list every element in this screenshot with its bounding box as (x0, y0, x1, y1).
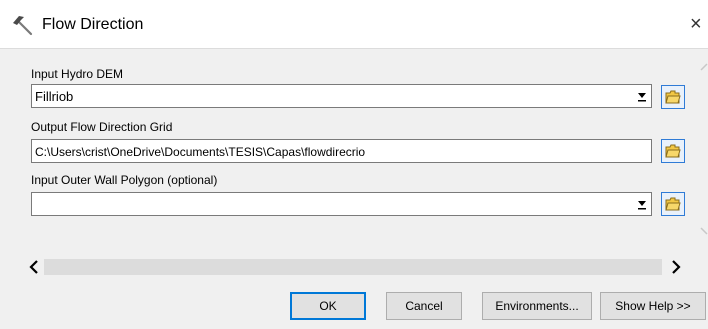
open-folder-icon (665, 144, 681, 158)
open-folder-icon (665, 90, 681, 104)
horizontal-scrollbar-thumb[interactable] (44, 259, 662, 275)
browse-input-hydro-dem-button[interactable] (661, 85, 685, 109)
scroll-right-arrow-icon[interactable] (668, 258, 684, 276)
open-folder-icon (665, 197, 681, 211)
dropdown-arrow-icon[interactable] (637, 89, 647, 102)
output-flow-direction-grid-input[interactable]: C:\Users\crist\OneDrive\Documents\TESIS\… (31, 139, 652, 163)
input-hydro-dem-label: Input Hydro DEM (31, 67, 124, 81)
cancel-button[interactable]: Cancel (386, 292, 462, 320)
show-help-button[interactable]: Show Help >> (600, 292, 706, 320)
environments-button[interactable]: Environments... (482, 292, 592, 320)
input-outer-wall-polygon-combo[interactable] (31, 192, 652, 216)
output-flow-direction-grid-label: Output Flow Direction Grid (31, 120, 173, 134)
window-title: Flow Direction (42, 16, 144, 33)
ok-button[interactable]: OK (290, 292, 366, 320)
hammer-icon (12, 14, 34, 36)
input-hydro-dem-combo[interactable]: Fillriob (31, 84, 652, 108)
input-hydro-dem-value: Fillriob (35, 89, 74, 104)
output-flow-direction-grid-value: C:\Users\crist\OneDrive\Documents\TESIS\… (35, 145, 366, 159)
dropdown-arrow-icon[interactable] (637, 197, 647, 210)
browse-output-flow-direction-button[interactable] (661, 139, 685, 163)
browse-outer-wall-polygon-button[interactable] (661, 192, 685, 216)
title-bar: Flow Direction × (0, 0, 708, 49)
vertical-scrollbar[interactable] (700, 50, 708, 280)
close-button[interactable]: × (690, 12, 702, 36)
input-outer-wall-polygon-label: Input Outer Wall Polygon (optional) (31, 173, 218, 187)
scroll-left-arrow-icon[interactable] (26, 258, 42, 276)
